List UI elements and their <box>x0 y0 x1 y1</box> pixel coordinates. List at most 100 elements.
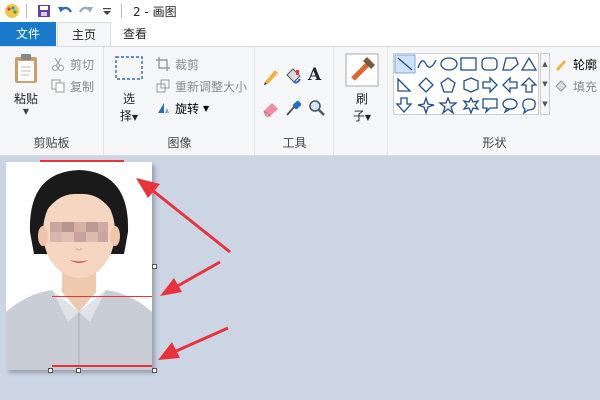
rotate-label: 旋转 <box>175 101 200 116</box>
select-label-text: 择 <box>119 109 132 123</box>
chevron-down-icon: ▼ <box>131 113 139 122</box>
five-point-star-shape-icon <box>438 96 458 115</box>
brushes-button[interactable]: 刷 子▼ <box>342 53 382 124</box>
fill-bucket-icon[interactable] <box>284 67 302 88</box>
ribbon: 粘贴 ▼ 剪切 复制 剪贴板 选 择▼ 裁剪 重新调整大小 旋转 ▼ 图像 A … <box>0 46 600 156</box>
select-label-line1: 选 <box>122 92 135 106</box>
tab-file[interactable]: 文件 <box>0 22 56 46</box>
top-guide-line <box>40 160 124 162</box>
scissors-icon <box>50 56 66 72</box>
left-arrow-shape-icon <box>502 76 518 94</box>
down-arrow-shape-icon <box>395 97 413 113</box>
chevron-down-icon: ▼ <box>22 107 30 116</box>
image-group-label: 图像 <box>167 136 192 150</box>
paste-button[interactable]: 粘贴 ▼ <box>8 53 44 116</box>
rectangular-callout-shape-icon <box>482 98 498 115</box>
ribbon-tabs: 文件 主页 查看 <box>0 22 600 47</box>
resize-handle-bottom-right[interactable] <box>152 368 157 373</box>
image-group: 选 择▼ 裁剪 重新调整大小 旋转 ▼ 图像 <box>105 47 255 155</box>
rotate-icon <box>155 100 171 116</box>
paste-label: 粘贴 <box>13 92 38 106</box>
select-label-line2: 择▼ <box>111 107 147 124</box>
triangle-shape-icon <box>520 56 538 71</box>
tools-group: A 工具 <box>256 47 334 155</box>
clipboard-group: 粘贴 ▼ 剪切 复制 剪贴板 <box>0 47 104 155</box>
bottom-guide-line <box>52 365 152 367</box>
resize-button[interactable]: 重新调整大小 <box>155 77 247 95</box>
outline-pencil-icon <box>553 56 569 72</box>
top-arrow-icon <box>136 178 231 254</box>
window-title: 2 - 画图 <box>133 4 177 19</box>
middle-arrow-icon <box>160 260 221 296</box>
hexagon-shape-icon <box>463 77 479 93</box>
fill-icon <box>553 78 569 94</box>
clipboard-icon <box>15 54 37 83</box>
oval-shape-icon <box>440 57 458 71</box>
outline-button[interactable]: 轮廓 <box>553 55 597 73</box>
paint-app-icon[interactable] <box>3 2 21 20</box>
save-icon[interactable] <box>35 2 53 20</box>
outline-label: 轮廓 <box>573 57 598 72</box>
eraser-icon[interactable] <box>262 99 280 120</box>
canvas-area[interactable] <box>0 156 600 400</box>
chevron-down-icon: ▼ <box>203 103 210 113</box>
brushes-label-line2: 子▼ <box>342 107 382 124</box>
chevron-down-icon: ▼ <box>364 113 372 122</box>
redo-icon[interactable] <box>77 2 95 20</box>
right-arrow-shape-icon <box>482 76 498 94</box>
rounded-rectangle-shape-icon <box>481 57 498 71</box>
shapes-group-label: 形状 <box>482 136 507 150</box>
resize-handle-bottom[interactable] <box>76 368 81 373</box>
polygon-shape-icon <box>502 57 519 71</box>
crop-label: 裁剪 <box>175 57 200 72</box>
magnifier-icon[interactable] <box>308 99 326 120</box>
shapes-gallery-scroll[interactable]: ▲ ▼ ▼ <box>540 53 550 115</box>
quick-access-toolbar <box>0 0 127 22</box>
selection-rectangle-icon <box>115 56 143 80</box>
title-bar: 2 - 画图 <box>0 0 600 22</box>
rectangle-shape-icon <box>460 57 477 71</box>
fill-button[interactable]: 填充 <box>553 77 597 95</box>
four-point-star-shape-icon <box>417 95 435 116</box>
tools-group-label: 工具 <box>282 136 307 150</box>
brushes-label-text: 子 <box>352 109 365 123</box>
brushes-label-line1: 刷 <box>355 92 368 106</box>
copy-button[interactable]: 复制 <box>50 77 94 95</box>
shapes-group: ▲ ▼ ▼ 轮廓 填充 形状 <box>389 47 600 155</box>
shapes-gallery <box>393 53 539 116</box>
pencil-icon[interactable] <box>262 67 280 88</box>
six-point-star-shape-icon <box>462 96 480 115</box>
resize-icon <box>155 78 171 94</box>
resize-label: 重新调整大小 <box>175 79 248 94</box>
tab-view[interactable]: 查看 <box>112 22 158 46</box>
curve-shape-icon <box>417 59 437 69</box>
shapes-gallery-icons <box>394 54 538 116</box>
resize-handle-bottom-mid[interactable] <box>48 368 53 373</box>
resize-handle-right[interactable] <box>152 264 157 269</box>
separator <box>26 4 27 18</box>
bottom-arrow-icon <box>158 326 229 360</box>
crop-button[interactable]: 裁剪 <box>155 55 199 73</box>
crop-icon <box>155 56 171 72</box>
brushes-group: 刷 子▼ <box>335 47 388 155</box>
diamond-shape-icon <box>418 77 434 93</box>
copy-label: 复制 <box>70 79 95 94</box>
cut-button[interactable]: 剪切 <box>50 55 94 73</box>
pentagon-shape-icon <box>440 77 456 93</box>
up-arrow-shape-icon <box>520 77 538 93</box>
clipboard-group-label: 剪贴板 <box>33 136 70 150</box>
middle-guide-line <box>52 296 152 297</box>
separator <box>121 4 122 18</box>
tab-home[interactable]: 主页 <box>57 22 111 47</box>
cut-label: 剪切 <box>70 57 95 72</box>
right-triangle-shape-icon <box>397 77 412 92</box>
rotate-button[interactable]: 旋转 ▼ <box>155 99 209 117</box>
select-button[interactable]: 选 择▼ <box>111 55 147 124</box>
oval-callout-shape-icon <box>502 98 518 110</box>
text-tool-icon[interactable]: A <box>308 65 321 85</box>
fill-label: 填充 <box>573 79 598 94</box>
customize-toolbar-icon[interactable] <box>98 2 116 20</box>
color-picker-icon[interactable] <box>284 99 302 120</box>
undo-icon[interactable] <box>56 2 74 20</box>
brush-icon <box>345 53 379 87</box>
